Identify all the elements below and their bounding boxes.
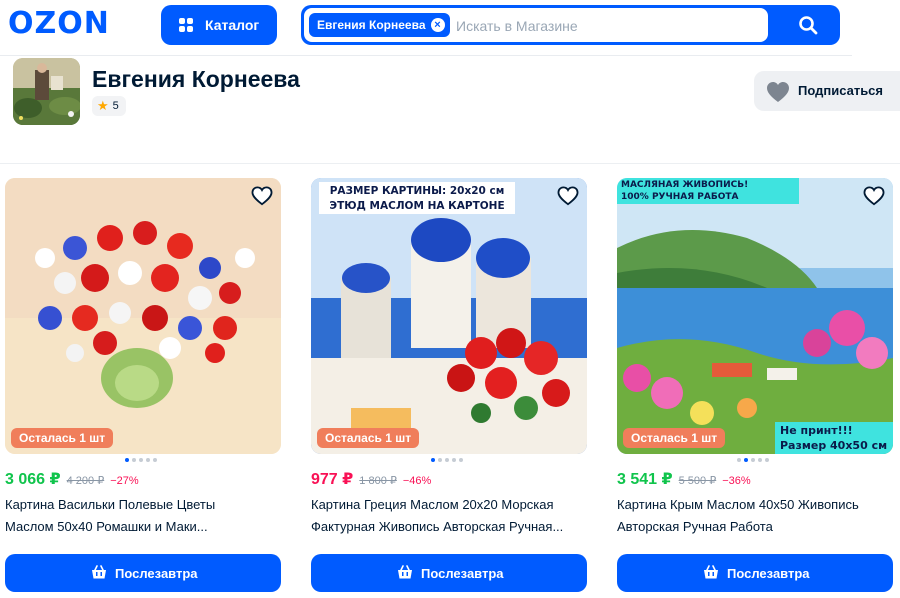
image-banner: РАЗМЕР КАРТИНЫ: 20х20 см ЭТЮД МАСЛОМ НА … [319,182,515,214]
subscribe-button[interactable]: Подписаться [754,71,900,111]
discount: −36% [722,475,751,487]
banner-line: Размер 40х50 см [780,439,888,452]
price-row: 3 066 ₽ 4 200 ₽ −27% [5,469,139,489]
product-title[interactable]: Картина Крым Маслом 40х50 Живопись Автор… [617,494,893,538]
product-title-line: Фактурная Живопись Авторская Ручная... [311,519,564,534]
close-icon[interactable]: × [430,18,445,32]
avatar-image [13,58,80,125]
product-title-line: Картина Крым Маслом 40х50 Живопись [617,497,859,512]
discount: −27% [110,475,139,487]
banner-line: 100% РУЧНАЯ РАБОТА [621,192,739,202]
star-icon: ★ [97,98,109,113]
image-pager[interactable] [431,458,463,462]
painting-crimea-image [617,178,893,454]
price-row: 977 ₽ 1 800 ₽ −46% [311,469,431,489]
stock-badge: Осталась 1 шт [623,428,726,448]
image-pager[interactable] [737,458,769,462]
favorite-heart-icon[interactable] [251,186,273,211]
rating-value: 5 [112,100,119,112]
price-row: 3 541 ₽ 5 500 ₽ −36% [617,469,751,489]
discount: −46% [402,475,432,487]
image-banner: МАСЛЯНАЯ ЖИВОПИСЬ! 100% РУЧНАЯ РАБОТА [617,178,799,204]
stock-badge: Осталась 1 шт [317,428,420,448]
favorite-heart-icon[interactable] [557,186,579,211]
product-card[interactable]: РАЗМЕР КАРТИНЫ: 20х20 см ЭТЮД МАСЛОМ НА … [311,178,587,592]
search-scope-chip[interactable]: Евгения Корнеева × [309,13,450,37]
product-title-line: Картина Васильки Полевые Цветы [5,497,216,512]
search-bar: Евгения Корнеева × Искать в Магазине [301,5,840,45]
price: 977 ₽ [311,471,354,488]
heart-icon [767,82,789,102]
grid-icon [179,18,193,32]
product-card[interactable]: Осталась 1 шт 3 066 ₽ 4 200 ₽ −27% Карти… [5,178,281,592]
price: 3 541 ₽ [617,471,673,488]
product-title-line: Картина Греция Маслом 20х20 Морская [311,497,554,512]
subscribe-label: Подписаться [798,83,884,98]
search-input[interactable]: Евгения Корнеева × Искать в Магазине [304,8,768,42]
delivery-button[interactable]: Послезавтра [311,554,587,592]
seller-name: Евгения Корнеева [92,66,300,92]
delivery-label: Послезавтра [421,566,504,581]
basket-icon [398,565,412,579]
product-card[interactable]: МАСЛЯНАЯ ЖИВОПИСЬ! 100% РУЧНАЯ РАБОТА Не… [617,178,893,592]
product-title[interactable]: Картина Васильки Полевые Цветы Маслом 50… [5,494,281,538]
product-title[interactable]: Картина Греция Маслом 20х20 Морская Факт… [311,494,587,538]
seller-header: Евгения Корнеева ★ 5 Подписаться [0,56,900,164]
banner-line: ЭТЮД МАСЛОМ НА КАРТОНЕ [329,200,505,212]
product-title-line: Авторская Ручная Работа [617,519,773,534]
delivery-button[interactable]: Послезавтра [5,554,281,592]
search-icon [799,16,818,35]
banner-line: МАСЛЯНАЯ ЖИВОПИСЬ! [621,180,749,190]
old-price: 5 500 ₽ [678,475,717,487]
delivery-label: Послезавтра [727,566,810,581]
seller-avatar[interactable] [13,58,80,125]
seller-divider [0,163,900,164]
image-pager[interactable] [125,458,157,462]
product-title-line: Маслом 50x40 Ромашки и Маки... [5,519,208,534]
catalog-button[interactable]: Каталог [161,5,277,45]
search-placeholder: Искать в Магазине [456,18,578,34]
seller-rating: ★ 5 [92,96,126,116]
product-image[interactable]: МАСЛЯНАЯ ЖИВОПИСЬ! 100% РУЧНАЯ РАБОТА Не… [617,178,893,454]
basket-icon [92,565,106,579]
ozon-logo[interactable]: OZON [8,6,110,41]
painting-greece-image [311,178,587,454]
search-button[interactable] [776,5,840,45]
product-image[interactable]: Осталась 1 шт [5,178,281,454]
image-banner: Не принт!!! Размер 40х50 см [775,422,893,454]
stock-badge: Осталась 1 шт [11,428,114,448]
favorite-heart-icon[interactable] [863,186,885,211]
product-image[interactable]: РАЗМЕР КАРТИНЫ: 20х20 см ЭТЮД МАСЛОМ НА … [311,178,587,454]
painting-flowers-image [5,178,281,454]
old-price: 4 200 ₽ [66,475,105,487]
header: OZON Каталог Евгения Корнеева × Искать в… [0,0,900,56]
delivery-label: Послезавтра [115,566,198,581]
delivery-button[interactable]: Послезавтра [617,554,893,592]
basket-icon [704,565,718,579]
old-price: 1 800 ₽ [359,475,397,487]
price: 3 066 ₽ [5,471,61,488]
catalog-label: Каталог [205,17,260,33]
banner-line: РАЗМЕР КАРТИНЫ: 20х20 см [329,185,505,197]
banner-line: Не принт!!! [780,424,853,437]
search-scope-label: Евгения Корнеева [317,18,426,32]
